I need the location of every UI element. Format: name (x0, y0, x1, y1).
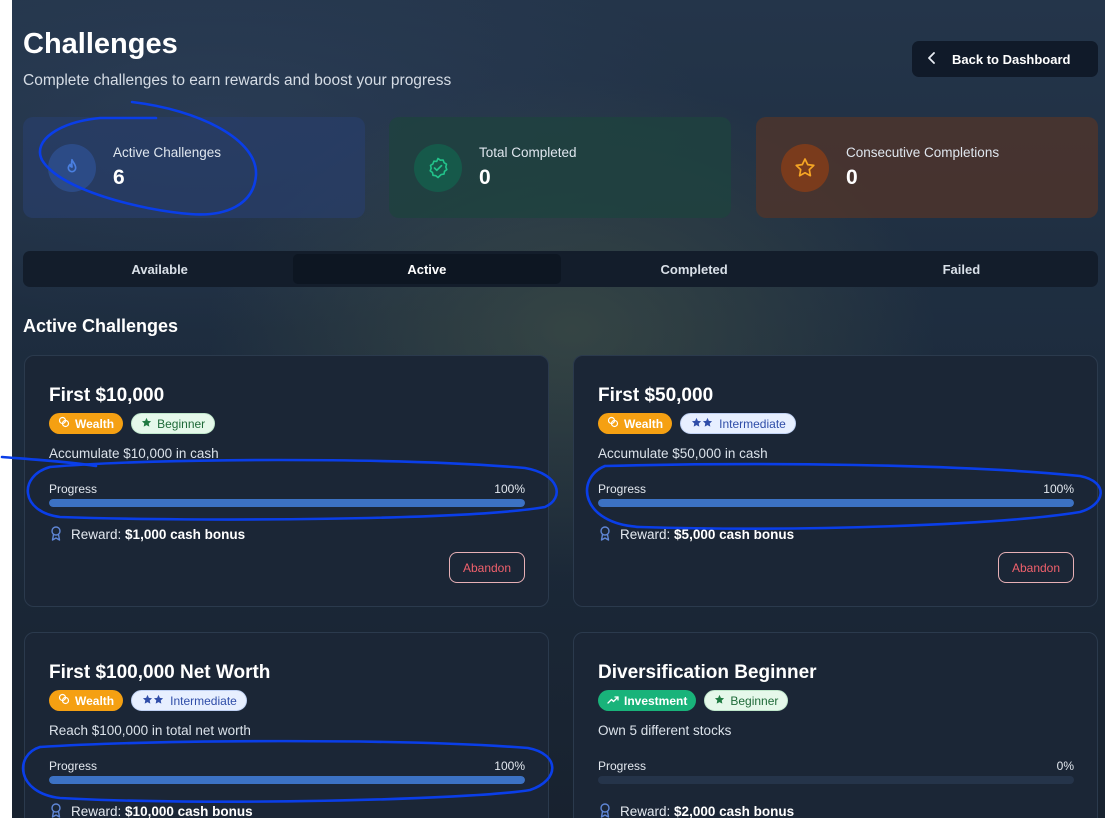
difficulty-badge: Intermediate (131, 690, 247, 711)
category-badge: Wealth (598, 413, 673, 434)
challenge-description: Accumulate $50,000 in cash (598, 446, 768, 461)
stat-consecutive-completions: Consecutive Completions 0 (756, 117, 1098, 218)
progress-bar (598, 776, 1074, 784)
challenge-title: First $50,000 (598, 385, 714, 406)
reward-value: $5,000 cash bonus (674, 527, 795, 542)
star-icon (690, 417, 714, 431)
challenge-card: Diversification Beginner Investment Begi… (573, 632, 1098, 818)
progress-percent: 100% (1043, 482, 1074, 496)
tab-completed[interactable]: Completed (561, 254, 828, 284)
challenge-title: First $10,000 (49, 385, 165, 406)
category-badge: Wealth (49, 690, 124, 711)
star-icon (141, 417, 152, 431)
challenge-description: Own 5 different stocks (598, 723, 732, 738)
star-icon (714, 694, 725, 708)
progress-percent: 100% (494, 482, 525, 496)
progress-bar (49, 499, 525, 507)
difficulty-badge: Beginner (704, 690, 789, 711)
tab-active[interactable]: Active (293, 254, 561, 284)
star-icon (141, 694, 165, 708)
reward-line: Reward: $5,000 cash bonus (598, 525, 794, 544)
tab-failed[interactable]: Failed (828, 254, 1095, 284)
difficulty-badge: Intermediate (680, 413, 796, 434)
progress-label: Progress (49, 482, 98, 496)
back-to-dashboard-label: Back to Dashboard (952, 51, 1071, 67)
stat-value: 0 (846, 166, 858, 189)
stat-label: Active Challenges (113, 145, 222, 160)
reward-value: $1,000 cash bonus (125, 527, 246, 542)
trending-up-icon (607, 694, 619, 708)
reward-line: Reward: $1,000 cash bonus (49, 525, 245, 544)
challenge-tabs: Available Active Completed Failed (23, 251, 1098, 287)
challenge-title: First $100,000 Net Worth (49, 662, 271, 683)
difficulty-badge: Beginner (131, 413, 216, 434)
stat-active-challenges: Active Challenges 6 (23, 117, 365, 218)
reward-line: Reward: $10,000 cash bonus (49, 802, 253, 818)
progress-label: Progress (598, 759, 647, 773)
section-title: Active Challenges (23, 316, 179, 336)
progress-bar (598, 499, 1074, 507)
challenge-card: First $10,000 Wealth Beginner Accumulate… (24, 355, 549, 607)
progress-label: Progress (598, 482, 647, 496)
challenge-description: Accumulate $10,000 in cash (49, 446, 219, 461)
abandon-button[interactable]: Abandon (449, 552, 525, 583)
challenges-page: Challenges Complete challenges to earn r… (12, 0, 1105, 818)
progress-bar (49, 776, 525, 784)
stat-value: 0 (479, 166, 491, 189)
page-title: Challenges (23, 28, 178, 60)
page-subtitle: Complete challenges to earn rewards and … (23, 72, 452, 89)
award-icon (49, 802, 63, 818)
abandon-button[interactable]: Abandon (998, 552, 1074, 583)
award-icon (598, 525, 612, 544)
award-icon (598, 802, 612, 818)
back-to-dashboard-button[interactable]: Back to Dashboard (912, 41, 1098, 77)
progress-percent: 0% (1056, 759, 1074, 773)
stat-total-completed: Total Completed 0 (389, 117, 731, 218)
stat-value: 6 (113, 166, 125, 189)
reward-value: $10,000 cash bonus (125, 804, 253, 818)
progress-label: Progress (49, 759, 98, 773)
category-badge: Investment (598, 690, 697, 711)
progress-percent: 100% (494, 759, 525, 773)
chevron-left-icon (912, 51, 952, 68)
challenge-card: First $100,000 Net Worth Wealth Intermed… (24, 632, 549, 818)
challenge-card: First $50,000 Wealth Intermediate Accumu… (573, 355, 1098, 607)
star-icon (781, 143, 829, 192)
challenge-description: Reach $100,000 in total net worth (49, 723, 251, 738)
coins-icon (58, 416, 70, 431)
badge-check-icon (414, 143, 462, 192)
reward-line: Reward: $2,000 cash bonus (598, 802, 794, 818)
stat-label: Consecutive Completions (846, 145, 1000, 160)
challenge-title: Diversification Beginner (598, 662, 817, 683)
tab-available[interactable]: Available (26, 254, 293, 284)
coins-icon (58, 693, 70, 708)
reward-value: $2,000 cash bonus (674, 804, 795, 818)
flame-icon (48, 143, 96, 192)
stat-label: Total Completed (479, 145, 577, 160)
coins-icon (607, 416, 619, 431)
award-icon (49, 525, 63, 544)
category-badge: Wealth (49, 413, 124, 434)
